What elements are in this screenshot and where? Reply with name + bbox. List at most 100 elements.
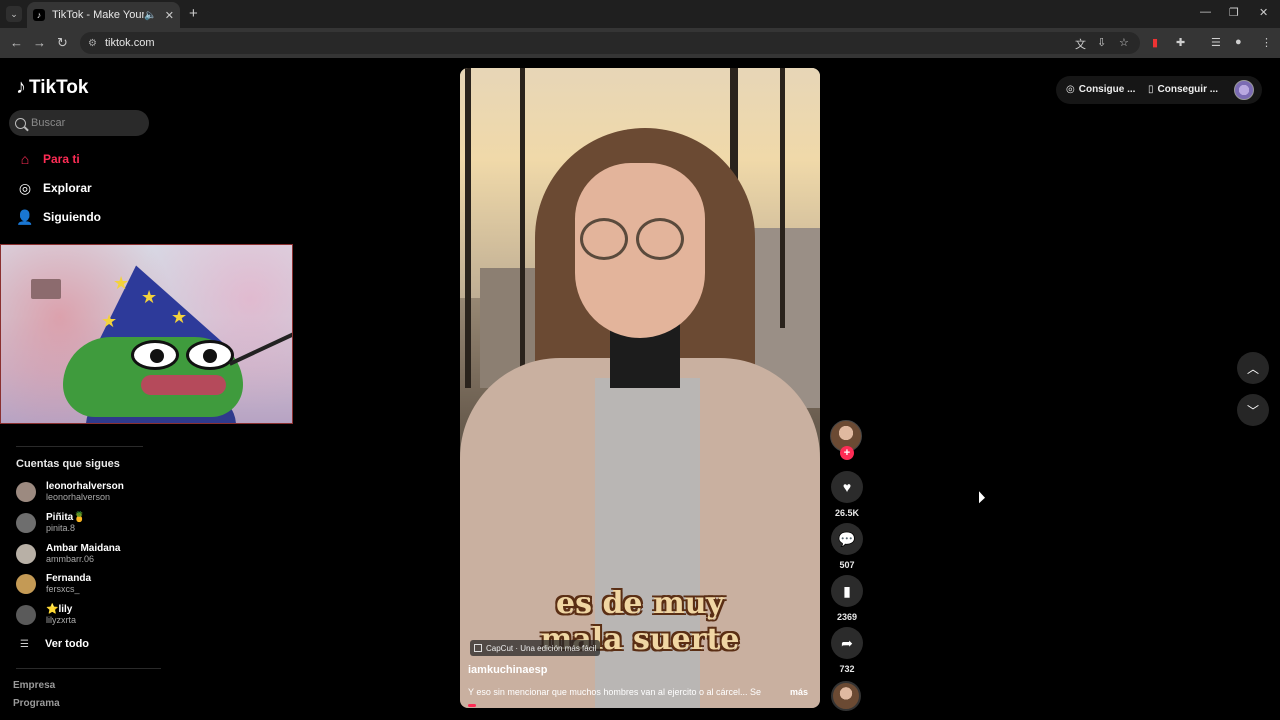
following-account[interactable]: leonorhalverson leonorhalverson: [16, 481, 124, 502]
nav-label: Explorar: [43, 181, 92, 195]
following-section-title: Cuentas que sigues: [16, 458, 120, 470]
nav-label: Para ti: [43, 152, 80, 166]
logo-text: TikTok: [29, 76, 89, 98]
avatar: [16, 573, 36, 594]
close-window-button[interactable]: ✕: [1259, 6, 1268, 19]
following-account[interactable]: Fernanda fersxcs_: [16, 573, 91, 594]
video-tree: [520, 68, 525, 368]
get-app-label: Conseguir ...: [1157, 84, 1219, 95]
nav-item-siguiendo[interactable]: 👤 Siguiendo: [16, 208, 101, 226]
frog-eye: [131, 340, 179, 370]
account-handle: pinita.8: [46, 523, 76, 533]
account-name: leonorhalverson: [46, 481, 124, 492]
star-icon: ★: [171, 307, 188, 327]
forward-button[interactable]: →: [33, 35, 46, 50]
video-caption-line: es de muy: [556, 586, 724, 621]
profile-avatar-icon[interactable]: ●: [1235, 36, 1242, 48]
see-all-button[interactable]: ☰ Ver todo: [20, 638, 89, 650]
address-bar[interactable]: ⚙ tiktok.com: [80, 32, 1140, 54]
account-name: Ambar Maidana: [46, 543, 121, 554]
avatar: [16, 543, 36, 564]
speaker-icon[interactable]: 🔈: [144, 10, 156, 21]
search-placeholder: Buscar: [31, 117, 66, 129]
tiktok-logo[interactable]: ♪ TikTok: [16, 76, 88, 99]
menu-kebab-icon[interactable]: ⋮: [1261, 36, 1272, 49]
music-disc-icon[interactable]: [831, 681, 861, 711]
reload-button[interactable]: ↻: [57, 35, 68, 51]
following-account[interactable]: Piñita🍍 pinita.8: [16, 512, 86, 533]
browser-toolbar: ← → ↻ ⚙ tiktok.com 文 ⇩ ☆ ▮ ✚ ☰ ● ⋮: [0, 28, 1280, 58]
restore-button[interactable]: ❐: [1229, 6, 1239, 19]
tab-title: TikTok - Make Your Day: [52, 9, 145, 21]
capcut-badge[interactable]: CapCut · Una edición más fácil: [470, 640, 601, 656]
search-icon: [15, 117, 26, 129]
close-tab-icon[interactable]: ✕: [165, 9, 174, 22]
star-icon: ★: [113, 273, 130, 293]
new-tab-button[interactable]: +: [189, 5, 198, 22]
url-text: tiktok.com: [104, 37, 155, 49]
save-count: 2369: [836, 612, 858, 622]
search-input[interactable]: Buscar: [9, 110, 149, 136]
like-button[interactable]: ♥: [831, 471, 863, 503]
back-button[interactable]: ←: [10, 35, 23, 50]
nav-item-explorar[interactable]: ◎ Explorar: [16, 179, 92, 197]
minimize-button[interactable]: —: [1200, 6, 1211, 18]
comment-count: 507: [839, 560, 855, 570]
chevron-down-icon: ﹀: [1246, 403, 1259, 418]
frog-eye: [186, 340, 234, 370]
share-arrow-icon: ➦: [841, 634, 853, 651]
heart-icon: ♥: [842, 479, 852, 495]
see-all-label: Ver todo: [45, 638, 90, 650]
avatar: [16, 481, 36, 502]
site-info-icon[interactable]: ⚙: [88, 38, 97, 49]
bookmark-icon: ▮: [843, 582, 851, 599]
footer-link-programa[interactable]: Programa: [13, 698, 60, 709]
account-name: Piñita🍍: [46, 512, 86, 523]
following-account[interactable]: Ambar Maidana ammbarr.06: [16, 543, 120, 564]
tiktok-note-icon: ♪: [16, 76, 26, 98]
tab-search-button[interactable]: ⌄: [6, 6, 22, 22]
extension-icon[interactable]: ▮: [1152, 36, 1158, 49]
following-icon: 👤: [16, 208, 34, 225]
more-link[interactable]: más: [790, 687, 808, 697]
previous-video-button[interactable]: ︿: [1237, 352, 1269, 384]
home-icon: ⌂: [20, 151, 30, 167]
browser-tab[interactable]: ♪ TikTok - Make Your Day 🔈 ✕: [27, 2, 180, 28]
top-right-actions: ◎ Consigue ... ▯ Conseguir ...: [1056, 76, 1262, 104]
get-coins-button[interactable]: ◎ Consigue ...: [1066, 84, 1135, 95]
frog-lips: [141, 375, 226, 395]
nav-item-para-ti[interactable]: ⌂ Para ti: [16, 150, 80, 168]
share-button[interactable]: ➦: [831, 627, 863, 659]
streamer-overlay-image: ★ ★ ★ ★: [0, 244, 293, 424]
video-author[interactable]: iamkuchinaesp: [468, 664, 547, 676]
footer-link-empresa[interactable]: Empresa: [13, 680, 55, 691]
account-name: ⭐lily: [46, 604, 73, 615]
video-tree: [780, 68, 785, 328]
next-video-button[interactable]: ﹀: [1237, 394, 1269, 426]
following-account[interactable]: ⭐lily lilyzxrta: [16, 604, 76, 625]
bookmark-star-icon[interactable]: ☆: [1119, 36, 1129, 49]
install-app-icon[interactable]: ⇩: [1097, 36, 1106, 49]
video-player[interactable]: es de muy mala suerte CapCut · Una edici…: [460, 68, 820, 708]
get-app-button[interactable]: ▯ Conseguir ...: [1148, 84, 1218, 95]
account-handle: leonorhalverson: [46, 492, 111, 502]
media-control-icon[interactable]: ☰: [1211, 36, 1221, 49]
chevron-up-icon: ︿: [1246, 361, 1259, 376]
account-name: Fernanda: [46, 573, 92, 584]
browser-tab-bar: ⌄ ♪ TikTok - Make Your Day 🔈 ✕ + — ❐ ✕: [0, 0, 1280, 28]
save-button[interactable]: ▮: [831, 575, 863, 607]
like-count: 26.5K: [834, 508, 860, 518]
follow-plus-icon[interactable]: +: [840, 446, 854, 460]
video-progress-bar[interactable]: [468, 704, 476, 707]
list-icon: ☰: [20, 638, 29, 650]
avatar: [16, 512, 36, 533]
get-coins-label: Consigue ...: [1078, 84, 1136, 95]
user-avatar[interactable]: [1234, 80, 1254, 100]
translate-icon[interactable]: 文: [1075, 36, 1086, 52]
shelf: [31, 279, 61, 299]
star-icon: ★: [101, 311, 118, 331]
comment-button[interactable]: 💬: [831, 523, 863, 555]
video-description: Y eso sin mencionar que muchos hombres v…: [468, 687, 761, 697]
comment-icon: 💬: [838, 530, 856, 547]
extensions-puzzle-icon[interactable]: ✚: [1176, 36, 1185, 49]
